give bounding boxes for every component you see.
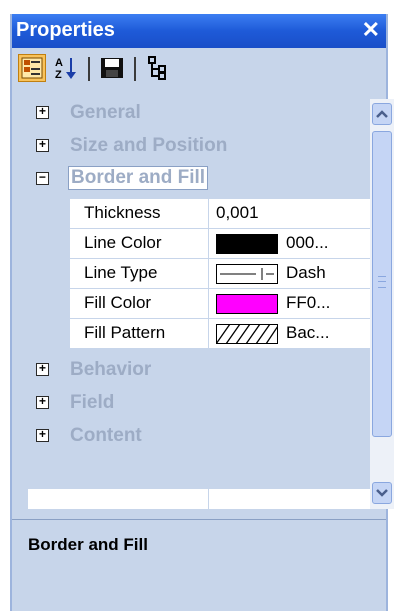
category-general[interactable]: + General: [28, 99, 370, 129]
empty-grid-row: [28, 489, 370, 509]
categorized-icon: [21, 57, 43, 79]
collapse-icon[interactable]: −: [36, 172, 49, 185]
property-row-line-color[interactable]: Line Color 000...: [70, 229, 370, 259]
property-row-thickness[interactable]: Thickness 0,001: [70, 199, 370, 229]
column-divider: [208, 289, 209, 319]
property-row-fill-pattern[interactable]: Fill Pattern Bac...: [70, 319, 370, 349]
description-panel: Border and Fill: [12, 519, 386, 611]
tree-icon: [148, 56, 166, 80]
save-button[interactable]: [98, 54, 126, 82]
column-divider: [208, 259, 209, 289]
property-name: Fill Color: [84, 293, 152, 312]
svg-text:Z: Z: [55, 69, 62, 81]
expand-icon[interactable]: +: [36, 429, 49, 442]
description-title: Border and Fill: [28, 535, 148, 554]
expand-icon[interactable]: +: [36, 106, 49, 119]
expand-icon[interactable]: +: [36, 363, 49, 376]
chevron-up-icon: [376, 110, 388, 118]
property-name: Line Type: [84, 263, 158, 282]
properties-panel: Properties ✕ A Z + General + Size and Po…: [10, 14, 394, 611]
save-icon: [101, 58, 123, 78]
category-size-and-position[interactable]: + Size and Position: [28, 132, 370, 162]
property-grid: + General + Size and Position − Border a…: [28, 99, 370, 509]
property-value[interactable]: FF0...: [286, 293, 330, 313]
category-content[interactable]: + Content: [28, 422, 370, 452]
panel-title: Properties: [16, 19, 115, 41]
scroll-thumb[interactable]: [372, 131, 392, 437]
property-row-fill-color[interactable]: Fill Color FF0...: [70, 289, 370, 319]
color-swatch: [216, 294, 278, 314]
color-swatch: [216, 234, 278, 254]
property-value[interactable]: 000...: [286, 233, 329, 253]
hatch-pattern-icon: [216, 324, 278, 344]
column-divider: [208, 319, 209, 349]
dash-line-icon: [216, 264, 278, 284]
column-divider: [208, 489, 209, 509]
expand-icon[interactable]: +: [36, 139, 49, 152]
property-name: Fill Pattern: [84, 323, 166, 342]
category-label: Field: [70, 392, 115, 413]
grip-icon: [378, 276, 386, 288]
property-value[interactable]: Dash: [286, 263, 326, 283]
toolbar-separator: [134, 57, 136, 81]
category-label: Behavior: [70, 359, 152, 380]
scroll-down-button[interactable]: [372, 482, 392, 504]
category-label: Size and Position: [70, 135, 228, 156]
expand-icon[interactable]: +: [36, 396, 49, 409]
category-field[interactable]: + Field: [28, 389, 370, 419]
tree-button[interactable]: [144, 54, 172, 82]
category-behavior[interactable]: + Behavior: [28, 356, 370, 386]
close-icon[interactable]: ✕: [362, 17, 380, 43]
property-value[interactable]: Bac...: [286, 323, 329, 343]
category-label: General: [70, 102, 141, 123]
column-divider: [208, 229, 209, 259]
svg-text:A: A: [55, 57, 63, 69]
property-name: Thickness: [84, 203, 161, 222]
category-label: Content: [70, 425, 142, 446]
chevron-down-icon: [376, 489, 388, 497]
sort-alpha-icon: A Z: [55, 57, 76, 81]
category-border-and-fill[interactable]: − Border and Fill: [28, 165, 370, 195]
property-row-line-type[interactable]: Line Type Dash: [70, 259, 370, 289]
scroll-up-button[interactable]: [372, 103, 392, 125]
property-name: Line Color: [84, 233, 162, 252]
categorized-button[interactable]: [18, 54, 46, 82]
toolbar: A Z: [12, 48, 386, 88]
title-bar: Properties ✕: [12, 14, 386, 48]
sort-alpha-button[interactable]: A Z: [52, 54, 80, 82]
vertical-scrollbar[interactable]: [370, 99, 394, 509]
category-label: Border and Fill: [68, 166, 209, 190]
column-divider: [208, 199, 209, 229]
property-value[interactable]: 0,001: [216, 203, 259, 223]
toolbar-separator: [88, 57, 90, 81]
